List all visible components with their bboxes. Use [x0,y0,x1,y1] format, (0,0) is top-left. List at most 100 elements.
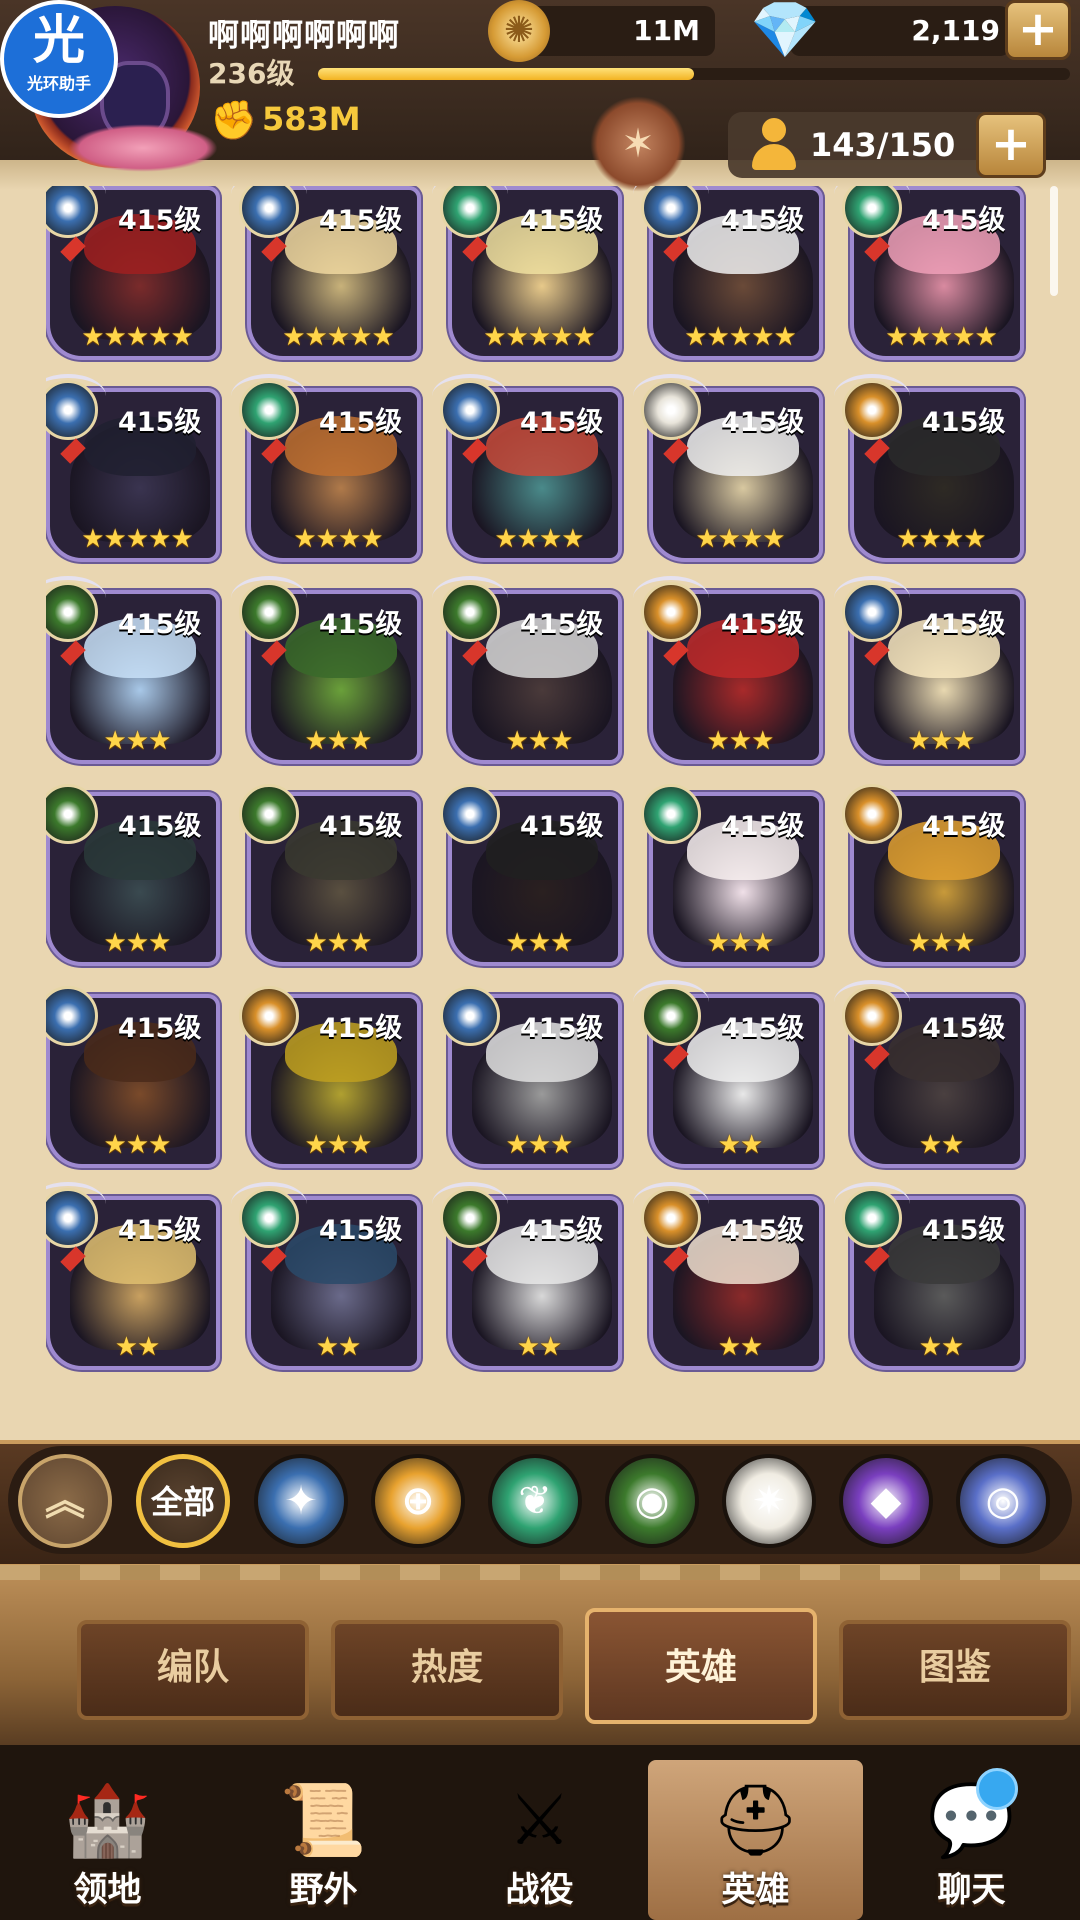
hero-level: 415级 [922,811,1006,842]
hero-card[interactable]: 415级 ★★ [432,1182,626,1374]
filter-celestial-icon[interactable]: ✷ [722,1454,816,1548]
hero-card[interactable]: 415级 ★★ [834,980,1026,1172]
hero-level: 415级 [520,205,604,236]
tab-codex[interactable]: 图鉴 [839,1620,1071,1720]
hero-card[interactable]: 415级 ★★ [834,1182,1026,1374]
hero-card[interactable]: 415级 ★★★★★ [46,374,224,566]
hero-stars: ★★ [918,1332,965,1362]
tab-heroes[interactable]: 英雄 [585,1608,817,1724]
graveborn-faction-icon [239,582,299,642]
hero-card[interactable]: 415级 ★★★★ [432,374,626,566]
hero-stars: ★★★ [505,928,574,958]
collapse-filter-button[interactable]: ︽ [18,1454,112,1548]
lightbearer-faction-icon [842,582,902,642]
hero-card[interactable]: 415级 ★★ [231,1182,425,1374]
helmet-icon: ⛑ [711,1779,800,1861]
hero-card[interactable]: 415级 ★★★ [46,986,224,1172]
hero-stars: ★★ [516,1332,563,1362]
filter-lightbearer-icon[interactable]: ✦ [254,1454,348,1548]
nav-chat[interactable]: 💬 聊天 [864,1760,1079,1920]
battle-sword-icon: ⚔ [508,1779,571,1861]
mauler-faction-icon [641,582,701,642]
hero-level: 415级 [520,407,604,438]
filter-mauler-icon[interactable]: ⊕ [371,1454,465,1548]
hero-level: 415级 [520,1215,604,1246]
grid-scrollbar[interactable] [1050,186,1058,296]
hero-level: 415级 [118,811,202,842]
map-scroll-icon: 📜 [279,1779,368,1861]
hero-card[interactable]: 415级 ★★★ [440,784,626,970]
graveborn-faction-icon [641,986,701,1046]
hero-card[interactable]: 415级 ★★★ [432,576,626,768]
hero-level: 415级 [319,407,403,438]
hero-level: 415级 [922,1215,1006,1246]
hero-level: 415级 [922,205,1006,236]
hero-card[interactable]: 415级 ★★★★★ [641,186,827,364]
hero-card[interactable]: 415级 ★★★ [633,576,827,768]
hero-card[interactable]: 415级 ★★★ [46,784,224,970]
hero-card[interactable]: 415级 ★★★ [641,784,827,970]
filter-all-button[interactable]: 全部 [136,1454,230,1548]
player-name: 啊啊啊啊啊啊 [208,18,400,54]
hero-stars: ★★ [918,1130,965,1160]
hero-card[interactable]: 415级 ★★★★★ [239,186,425,364]
hero-level: 415级 [721,1215,805,1246]
roster-count: 143/150 [810,126,956,164]
nav-heroes[interactable]: ⛑ 英雄 [648,1760,863,1920]
nav-campaign[interactable]: ⚔ 战役 [432,1760,647,1920]
filter-wilder-icon[interactable]: ❦ [488,1454,582,1548]
filter-graveborn-icon[interactable]: ◉ [605,1454,699,1548]
hero-stars: ★★ [717,1130,764,1160]
hero-card[interactable]: 415级 ★★ [46,1182,224,1374]
hero-card[interactable]: 415级 ★★★★★ [842,186,1026,364]
hero-stars: ★★★★★ [684,322,797,352]
filter-hypogean-icon[interactable]: ◆ [839,1454,933,1548]
filter-dimensional-icon[interactable]: ◎ [956,1454,1050,1548]
hero-level: 415级 [319,205,403,236]
hero-stars: ★★★ [304,928,373,958]
hero-card[interactable]: 415级 ★★★ [834,576,1026,768]
player-level: 236级 [208,57,295,90]
lightbearer-faction-icon [440,986,500,1046]
lightbearer-faction-icon [440,380,500,440]
hero-card[interactable]: 415级 ★★★ [440,986,626,1172]
hero-card[interactable]: 415级 ★★ [633,1182,827,1374]
hero-card[interactable]: 415级 ★★★ [239,986,425,1172]
hero-card[interactable]: 415级 ★★★★★ [46,186,224,364]
hero-level: 415级 [520,1013,604,1044]
add-gems-button[interactable]: + [1005,0,1071,60]
mauler-faction-icon [239,986,299,1046]
hero-card[interactable]: 415级 ★★★ [239,784,425,970]
hero-card[interactable]: 415级 ★★★ [231,576,425,768]
hero-card[interactable]: 415级 ★★★★ [633,374,827,566]
hero-level: 415级 [319,1013,403,1044]
hero-card[interactable]: 415级 ★★★★★ [440,186,626,364]
assistant-badge[interactable]: 光 光环助手 [0,0,118,118]
assistant-badge-text: 光环助手 [26,74,91,93]
hero-stars: ★★★★★ [81,322,194,352]
wilder-faction-icon [239,380,299,440]
hero-stars: ★★★ [103,1130,172,1160]
hero-stars: ★★★ [103,928,172,958]
hero-level: 415级 [922,1013,1006,1044]
tab-formation[interactable]: 编队 [77,1620,309,1720]
hero-stars: ★★★★ [293,524,383,554]
hero-grid[interactable]: 415级 ★★★★★ 415级 ★★★★★ 415级 ★★★★★ 415级 ★★★★★ 415级… [46,186,1026,1406]
graveborn-faction-icon [440,582,500,642]
hero-stars: ★★★ [505,726,574,756]
nav-label: 战役 [505,1870,574,1910]
mauler-faction-icon [842,986,902,1046]
nav-label: 聊天 [937,1870,1006,1910]
hero-stars: ★★★ [304,1130,373,1160]
nav-territory[interactable]: 🏰 领地 [0,1760,215,1920]
hero-card[interactable]: 415级 ★★ [633,980,827,1172]
hero-level: 415级 [118,407,202,438]
tab-popularity[interactable]: 热度 [331,1620,563,1720]
expand-roster-button[interactable]: + [976,112,1046,178]
hero-card[interactable]: 415级 ★★★★ [231,374,425,566]
hero-stars: ★★★★ [695,524,785,554]
hero-card[interactable]: 415级 ★★★★ [834,374,1026,566]
nav-wilderness[interactable]: 📜 野外 [216,1760,431,1920]
hero-card[interactable]: 415级 ★★★ [46,576,224,768]
hero-card[interactable]: 415级 ★★★ [842,784,1026,970]
